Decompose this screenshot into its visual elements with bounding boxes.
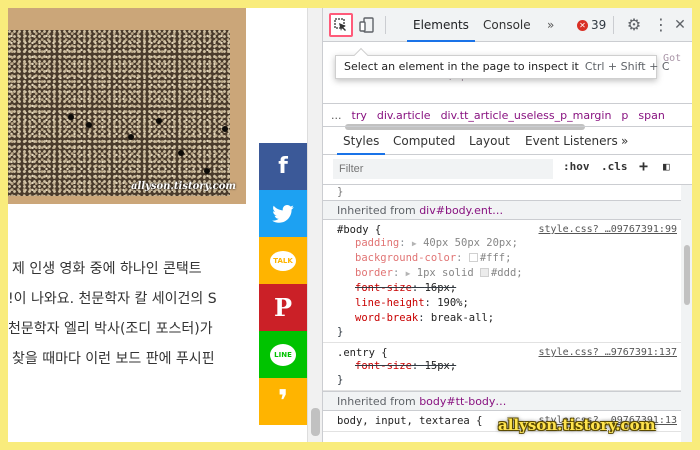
devtools-panel: Elements Console » ✕ 39 ⚙ ⋮ ✕ um Got </s… bbox=[322, 8, 692, 442]
new-rule-button[interactable]: + bbox=[639, 157, 648, 175]
breadcrumb-item[interactable]: div.article bbox=[377, 109, 431, 122]
css-declaration[interactable]: line-height: 190%; bbox=[337, 296, 681, 311]
paragraph-line: 찾을 때마다 이런 보드 판에 푸시핀 bbox=[12, 351, 215, 367]
toolbar-divider bbox=[385, 16, 386, 34]
close-icon[interactable]: ✕ bbox=[673, 16, 687, 34]
paragraph-line: 천문학자 엘리 박사(조디 포스터)가 bbox=[8, 321, 213, 337]
toolbar-divider bbox=[613, 16, 614, 34]
page-scrollbar-thumb[interactable] bbox=[311, 408, 320, 436]
tooltip-shortcut: Ctrl + Shift + C bbox=[584, 60, 670, 73]
push-pin bbox=[128, 134, 134, 140]
tab-computed[interactable]: Computed bbox=[387, 127, 461, 155]
inherited-label: Inherited from bbox=[337, 204, 416, 217]
device-toolbar-button[interactable] bbox=[359, 17, 375, 33]
devtools-toolbar: Elements Console » ✕ 39 ⚙ ⋮ ✕ bbox=[323, 8, 692, 42]
styles-pane: } Inherited from div#body.ent… #body { s… bbox=[323, 185, 681, 442]
article-photo: allyson.tistory.com bbox=[8, 8, 246, 204]
line-icon: LINE bbox=[270, 343, 296, 366]
pinterest-share-button[interactable]: P bbox=[259, 284, 307, 331]
kebab-menu-icon[interactable]: ⋮ bbox=[653, 16, 669, 34]
share-bar: f TALK P LINE ❜ bbox=[259, 143, 307, 425]
push-pin bbox=[86, 122, 92, 128]
watermark: allyson.tistory.com bbox=[498, 416, 656, 434]
rule-source-link[interactable]: style.css? …9767391:137 bbox=[539, 347, 677, 358]
css-declaration[interactable]: padding: ▶ 40px 50px 20px; bbox=[337, 236, 681, 251]
kakaotalk-icon: TALK bbox=[270, 250, 296, 271]
toggle-sidebar-icon[interactable]: ◧ bbox=[663, 160, 670, 173]
class-toggle[interactable]: .cls bbox=[601, 160, 628, 173]
tab-elements[interactable]: Elements bbox=[407, 8, 475, 42]
tab-styles[interactable]: Styles bbox=[337, 127, 386, 155]
hover-state-toggle[interactable]: :hov bbox=[563, 160, 590, 173]
screenshot-frame: allyson.tistory.com 제 인생 영화 중에 하나인 콘택트 !… bbox=[8, 8, 692, 442]
pinterest-icon: P bbox=[273, 293, 293, 322]
paragraph-line: !이 나와요. 천문학자 칼 세이건의 S bbox=[8, 291, 217, 307]
cork-board-image bbox=[8, 30, 230, 196]
rule-close-brace: } bbox=[337, 186, 344, 198]
css-declaration[interactable]: word-break: break-all; bbox=[337, 311, 681, 326]
rule-source-link[interactable]: style.css? …09767391:99 bbox=[539, 224, 677, 235]
inherited-label: Inherited from bbox=[337, 395, 416, 408]
article-paragraph: 제 인생 영화 중에 하나인 콘택트 !이 나와요. 천문학자 칼 세이건의 S… bbox=[8, 254, 248, 374]
styles-scrollbar[interactable] bbox=[681, 185, 692, 442]
kakaostory-share-button[interactable]: ❜ bbox=[259, 378, 307, 425]
css-declaration-overridden[interactable]: font-size: 15px; bbox=[337, 359, 681, 374]
facebook-icon: f bbox=[278, 154, 288, 179]
photo-watermark: allyson.tistory.com bbox=[130, 181, 236, 192]
cursor-select-icon bbox=[334, 18, 346, 31]
css-rule-entry: .entry { style.css? …9767391:137 font-si… bbox=[323, 343, 681, 391]
inherited-selector[interactable]: div#body.ent… bbox=[419, 204, 503, 217]
twitter-share-button[interactable] bbox=[259, 190, 307, 237]
breadcrumb-item[interactable]: p bbox=[621, 109, 628, 122]
css-declaration[interactable]: border: ▶ 1px solid #ddd; bbox=[337, 266, 681, 281]
tab-console[interactable]: Console bbox=[477, 8, 537, 42]
kakaotalk-share-button[interactable]: TALK bbox=[259, 237, 307, 284]
rule-close-brace: } bbox=[337, 326, 344, 338]
settings-gear-icon[interactable]: ⚙ bbox=[625, 16, 643, 34]
more-tabs-button[interactable]: » bbox=[541, 8, 560, 42]
breadcrumb-item[interactable]: span bbox=[638, 109, 664, 122]
styles-scrollbar-thumb[interactable] bbox=[684, 245, 690, 305]
tab-event-listeners[interactable]: Event Listeners bbox=[519, 127, 624, 155]
error-count: 39 bbox=[591, 18, 607, 32]
styles-filter-bar: :hov .cls + ◧ bbox=[323, 155, 692, 185]
push-pin bbox=[156, 118, 162, 124]
push-pin bbox=[222, 126, 228, 132]
styles-filter-input[interactable] bbox=[333, 159, 553, 179]
device-icon bbox=[359, 17, 374, 33]
breadcrumb: ... try div.article div.tt_article_usele… bbox=[323, 103, 692, 127]
css-declaration-overridden[interactable]: font-size: 16px; bbox=[337, 281, 681, 296]
page-scrollbar[interactable] bbox=[307, 8, 322, 442]
kakaostory-icon: ❜ bbox=[277, 383, 289, 419]
rule-close-brace: } bbox=[337, 374, 344, 386]
inherited-header: Inherited from div#body.ent… bbox=[323, 200, 681, 220]
breadcrumb-item[interactable]: div.tt_article_useless_p_margin bbox=[441, 109, 612, 122]
breadcrumb-overflow[interactable]: ... bbox=[331, 109, 342, 122]
more-subtabs-button[interactable]: » bbox=[615, 127, 634, 155]
sidebar-tabs: Styles Computed Layout Event Listeners » bbox=[323, 127, 692, 155]
css-rule-body: #body { style.css? …09767391:99 padding:… bbox=[323, 220, 681, 343]
push-pin bbox=[204, 168, 210, 174]
push-pin bbox=[68, 114, 74, 120]
breadcrumb-item[interactable]: try bbox=[352, 109, 367, 122]
paragraph-line: 제 인생 영화 중에 하나인 콘택트 bbox=[12, 261, 202, 277]
line-share-button[interactable]: LINE bbox=[259, 331, 307, 378]
facebook-share-button[interactable]: f bbox=[259, 143, 307, 190]
twitter-icon bbox=[272, 204, 294, 223]
error-icon: ✕ bbox=[577, 19, 588, 31]
tooltip-text: Select an element in the page to inspect… bbox=[344, 60, 579, 73]
css-declaration[interactable]: background-color: #fff; bbox=[337, 251, 681, 266]
inherited-header: Inherited from body#tt-body… bbox=[323, 391, 681, 411]
tab-layout[interactable]: Layout bbox=[463, 127, 516, 155]
error-counter[interactable]: ✕ 39 bbox=[577, 8, 606, 42]
push-pin bbox=[178, 150, 184, 156]
inspect-element-button[interactable] bbox=[329, 13, 353, 37]
inspect-tooltip: Select an element in the page to inspect… bbox=[335, 47, 670, 79]
inherited-selector[interactable]: body#tt-body… bbox=[419, 395, 506, 408]
web-page: allyson.tistory.com 제 인생 영화 중에 하나인 콘택트 !… bbox=[8, 8, 308, 442]
